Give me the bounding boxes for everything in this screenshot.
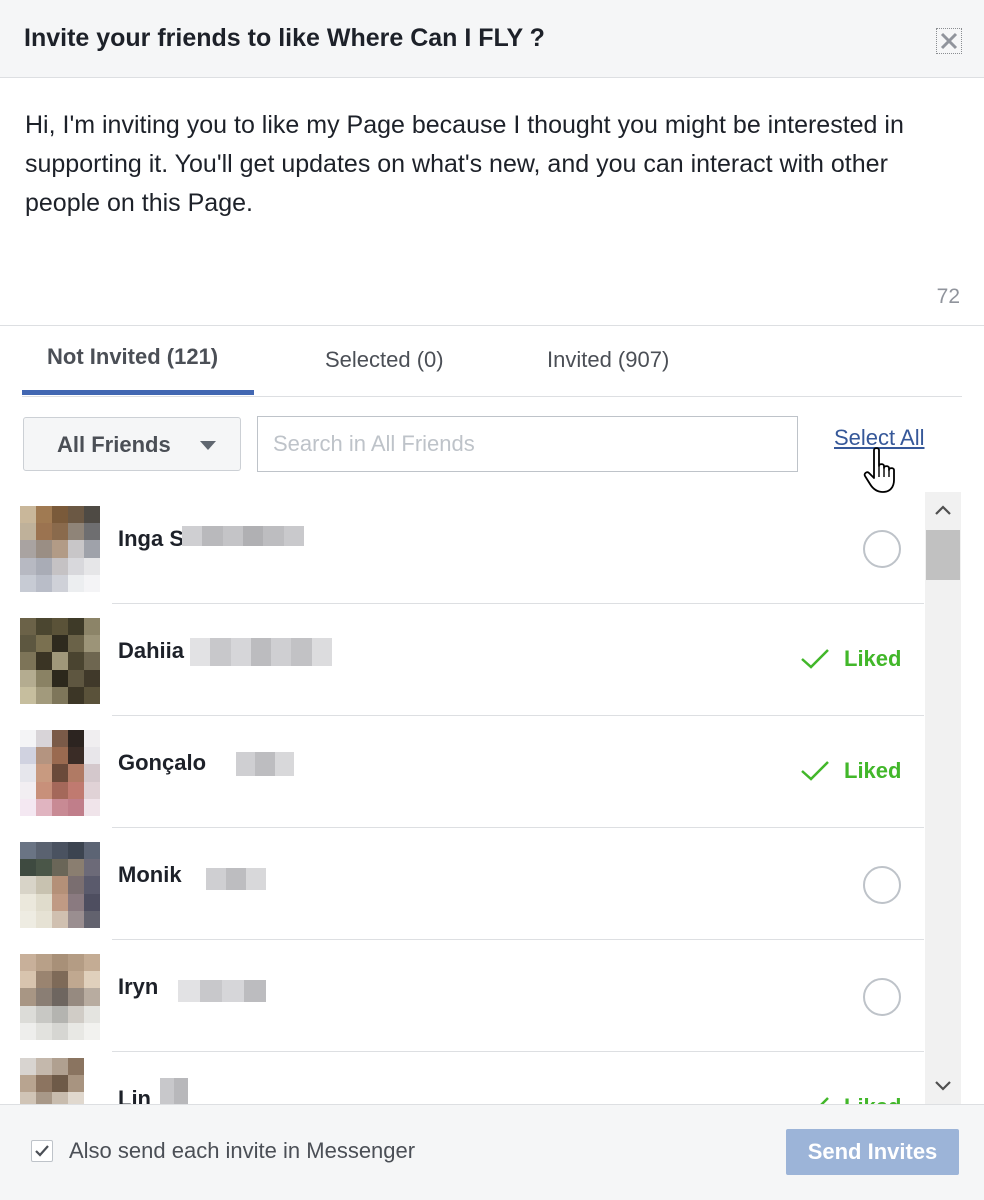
check-icon bbox=[801, 649, 829, 669]
liked-label: Liked bbox=[844, 1094, 901, 1104]
friend-name: Iryn bbox=[118, 974, 159, 999]
friend-row[interactable]: Inga S bbox=[20, 492, 924, 604]
friend-name: Lin bbox=[118, 1086, 151, 1104]
messenger-checkbox[interactable] bbox=[31, 1140, 53, 1162]
redacted-surname bbox=[236, 752, 294, 776]
caret-down-icon bbox=[200, 441, 216, 450]
friend-name: Gonçalo bbox=[118, 750, 207, 775]
dialog-header: Invite your friends to like Where Can I … bbox=[0, 0, 984, 78]
send-invites-button[interactable]: Send Invites bbox=[786, 1129, 959, 1175]
checkmark-icon bbox=[35, 1145, 49, 1157]
invite-tabs: Not Invited (121) Selected (0) Invited (… bbox=[22, 334, 962, 397]
check-icon bbox=[820, 1097, 829, 1104]
redacted-surname bbox=[190, 638, 332, 666]
friend-name: Inga S bbox=[118, 526, 185, 551]
redacted-surname bbox=[160, 1078, 188, 1104]
friend-name: Monik bbox=[118, 862, 182, 887]
liked-label: Liked bbox=[844, 646, 902, 671]
close-icon[interactable] bbox=[936, 28, 962, 54]
avatar bbox=[20, 618, 100, 704]
tab-invited[interactable]: Invited (907) bbox=[547, 347, 669, 373]
friend-list-scrollbar[interactable] bbox=[925, 492, 961, 1104]
friend-list: Inga S Dahiia Liked Gonçalo Liked Monik … bbox=[0, 492, 924, 1104]
scroll-up-icon[interactable] bbox=[925, 492, 961, 528]
scroll-down-icon[interactable] bbox=[925, 1068, 961, 1104]
avatar bbox=[20, 730, 100, 816]
friends-filter-dropdown[interactable]: All Friends bbox=[23, 417, 241, 471]
filter-label: All Friends bbox=[57, 432, 171, 457]
avatar bbox=[20, 506, 100, 592]
tab-not-invited[interactable]: Not Invited (121) bbox=[47, 344, 218, 370]
dialog-footer: Also send each invite in Messenger Send … bbox=[0, 1104, 984, 1200]
select-friend-radio[interactable] bbox=[863, 530, 901, 568]
liked-status: Liked bbox=[800, 646, 901, 672]
liked-status: Liked bbox=[800, 1094, 901, 1104]
dialog-title: Invite your friends to like Where Can I … bbox=[24, 24, 545, 52]
liked-label: Liked bbox=[844, 758, 902, 783]
friend-name: Dahiia bbox=[118, 638, 185, 663]
redacted-surname bbox=[182, 526, 304, 546]
friend-row[interactable]: Gonçalo Liked bbox=[20, 716, 924, 828]
liked-status: Liked bbox=[800, 758, 901, 784]
friend-row[interactable]: Dahiia Liked bbox=[20, 604, 924, 716]
tab-selected[interactable]: Selected (0) bbox=[325, 347, 444, 373]
messenger-checkbox-label[interactable]: Also send each invite in Messenger bbox=[69, 1138, 415, 1164]
scrollbar-thumb[interactable] bbox=[926, 530, 960, 580]
friend-row[interactable]: Lin Liked bbox=[20, 1052, 924, 1104]
redacted-surname bbox=[206, 868, 266, 890]
avatar bbox=[20, 1058, 100, 1104]
invite-message-text[interactable]: Hi, I'm inviting you to like my Page bec… bbox=[25, 106, 945, 223]
select-friend-radio[interactable] bbox=[863, 978, 901, 1016]
active-tab-indicator bbox=[22, 390, 254, 395]
check-icon bbox=[801, 761, 829, 781]
redacted-surname bbox=[178, 980, 266, 1002]
select-friend-radio[interactable] bbox=[863, 866, 901, 904]
friend-row[interactable]: Monik bbox=[20, 828, 924, 940]
avatar bbox=[20, 954, 100, 1040]
avatar bbox=[20, 842, 100, 928]
friend-row[interactable]: Iryn bbox=[20, 940, 924, 1052]
character-count: 72 bbox=[936, 285, 960, 308]
invite-message-box[interactable]: Hi, I'm inviting you to like my Page bec… bbox=[0, 79, 984, 326]
search-friends-input[interactable] bbox=[257, 416, 798, 472]
